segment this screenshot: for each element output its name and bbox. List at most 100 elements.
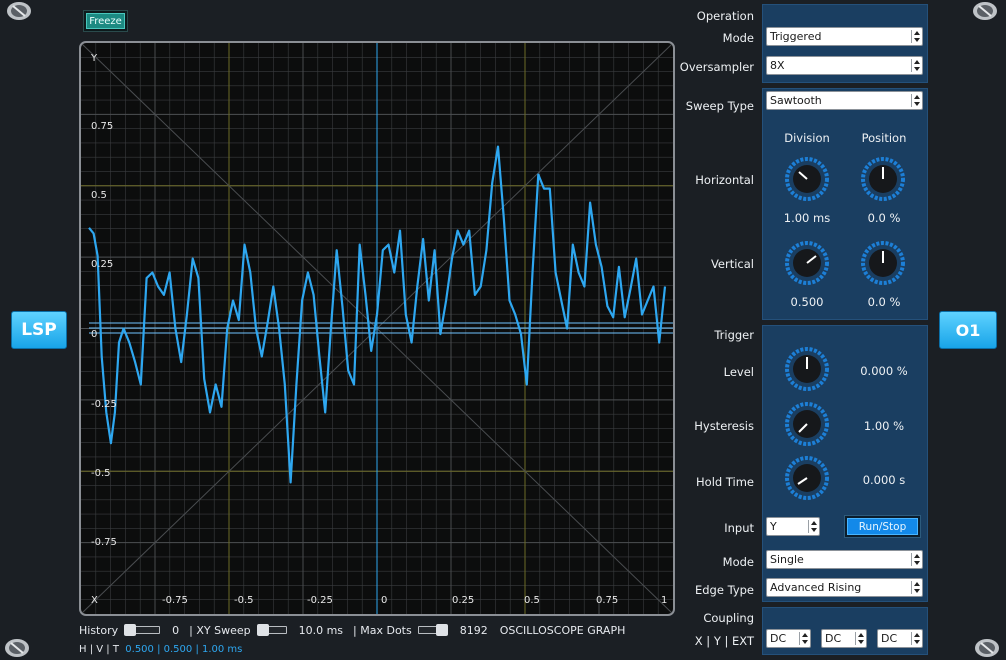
horizontal-position-value: 0.0 % (867, 211, 901, 225)
y-axis-label: Y (91, 53, 98, 64)
history-value: 0 (172, 623, 180, 637)
spin-arrows-icon (911, 581, 920, 594)
x-tick-label: 0.5 (524, 595, 540, 606)
freeze-button[interactable]: Freeze (83, 10, 128, 32)
y-tick-label: 0.5 (91, 190, 107, 201)
spin-arrows-icon (911, 553, 920, 566)
trigger-mode-label: Mode (722, 555, 754, 569)
trigger-level-label: Level (723, 365, 754, 379)
vertical-position-knob[interactable] (861, 241, 905, 285)
x-tick-label: 0.75 (596, 595, 619, 606)
spin-arrows-icon (911, 59, 920, 72)
oversampler-label: Oversampler (679, 60, 754, 74)
y-tick-label: -0.25 (91, 399, 117, 410)
run-stop-label: Run/Stop (847, 518, 918, 535)
max-dots-label: | Max Dots (353, 623, 412, 637)
operation-mode-select[interactable]: Triggered (766, 27, 923, 46)
screw-icon (973, 2, 997, 20)
scope-canvas (81, 43, 673, 614)
screw-icon (975, 639, 999, 657)
division-column-label: Division (784, 131, 830, 145)
graph-title: OSCILLOSCOPE GRAPH (499, 623, 626, 637)
trigger-section-label: Trigger (714, 328, 754, 342)
edge-type-label: Edge Type (694, 583, 754, 597)
trigger-mode-select[interactable]: Single (766, 550, 923, 569)
hysteresis-value: 1.00 % (863, 419, 905, 433)
select-value: Triggered (770, 30, 822, 43)
coupling-y-select[interactable]: DC (821, 629, 867, 648)
y-tick-label: 0.25 (91, 259, 114, 270)
trigger-input-label: Input (724, 521, 754, 535)
hold-time-knob[interactable] (785, 456, 829, 500)
operation-section-label: Operation (696, 9, 754, 23)
slider-handle[interactable] (435, 624, 448, 636)
sweep-type-label: Sweep Type (685, 99, 754, 113)
horizontal-division-value: 1.00 ms (783, 211, 831, 225)
oversampler-select[interactable]: 8X (766, 56, 923, 75)
y-tick-label: -0.5 (91, 468, 111, 479)
select-value: DC (825, 632, 842, 645)
trigger-input-select[interactable]: Y (766, 517, 820, 536)
max-dots-slider[interactable] (417, 624, 448, 636)
coupling-x-select[interactable]: DC (766, 629, 811, 648)
select-value: Single (770, 553, 804, 566)
select-value: DC (881, 632, 898, 645)
hvt-label: H | V | T (79, 644, 119, 655)
x-axis-label: X (91, 595, 98, 606)
hysteresis-knob[interactable] (785, 402, 829, 446)
operation-mode-label: Mode (722, 31, 754, 45)
vertical-label: Vertical (710, 257, 754, 271)
output-o1-button[interactable]: O1 (939, 311, 997, 349)
oscilloscope-graph[interactable]: Y X 0.75 0.5 0.25 0 -0.25 -0.5 -0.75 -0.… (79, 41, 675, 616)
screw-icon (7, 2, 31, 20)
coupling-label: Coupling (703, 611, 754, 625)
coupling-ext-select[interactable]: DC (877, 629, 923, 648)
screw-icon (5, 639, 29, 657)
select-value: Y (770, 520, 777, 533)
coupling-channels-label: X | Y | EXT (694, 634, 754, 648)
x-tick-label: -0.5 (234, 595, 254, 606)
slider-handle[interactable] (124, 624, 137, 636)
y-tick-label: 0 (91, 329, 98, 340)
spin-arrows-icon (799, 632, 808, 645)
lsp-logo-button[interactable]: LSP (11, 311, 67, 349)
x-tick-label: 0 (381, 595, 388, 606)
freeze-label: Freeze (86, 13, 125, 29)
max-dots-value: 8192 (459, 623, 488, 637)
run-stop-button[interactable]: Run/Stop (844, 515, 921, 538)
trigger-level-knob[interactable] (785, 347, 829, 391)
vertical-division-knob[interactable] (785, 241, 829, 285)
select-value: 8X (770, 59, 785, 72)
y-tick-label: 0.75 (91, 121, 114, 132)
x-tick-label: -0.75 (162, 595, 188, 606)
xy-sweep-slider[interactable] (256, 624, 287, 636)
hold-time-label: Hold Time (696, 475, 754, 489)
hvt-values: 0.500 | 0.500 | 1.00 ms (125, 644, 243, 655)
vertical-division-value: 0.500 (790, 295, 824, 309)
hold-time-value: 0.000 s (862, 473, 906, 487)
history-label: History (79, 623, 119, 637)
horizontal-position-knob[interactable] (861, 157, 905, 201)
select-value: Advanced Rising (770, 581, 862, 594)
trigger-level-value: 0.000 % (860, 364, 908, 378)
horizontal-label: Horizontal (695, 173, 754, 187)
history-slider[interactable] (124, 624, 161, 636)
hvt-readout: H | V | T 0.500 | 0.500 | 1.00 ms (79, 644, 242, 655)
spin-arrows-icon (911, 94, 920, 107)
horizontal-division-knob[interactable] (785, 157, 829, 201)
select-value: Sawtooth (770, 94, 822, 107)
edge-type-select[interactable]: Advanced Rising (766, 578, 923, 597)
xy-sweep-value: 10.0 ms (298, 623, 344, 637)
x-tick-label: 0.25 (452, 595, 475, 606)
position-column-label: Position (861, 131, 907, 145)
sweep-type-select[interactable]: Sawtooth (766, 91, 923, 110)
slider-handle[interactable] (256, 624, 269, 636)
xy-sweep-label: | XY Sweep (189, 623, 251, 637)
y-tick-label: -0.75 (91, 537, 117, 548)
graph-footer: History 0 | XY Sweep 10.0 ms | Max Dots … (79, 622, 625, 638)
hysteresis-label: Hysteresis (694, 419, 754, 433)
spin-arrows-icon (911, 632, 920, 645)
spin-arrows-icon (911, 30, 920, 43)
spin-arrows-icon (855, 632, 864, 645)
sweep-panel (762, 88, 928, 320)
